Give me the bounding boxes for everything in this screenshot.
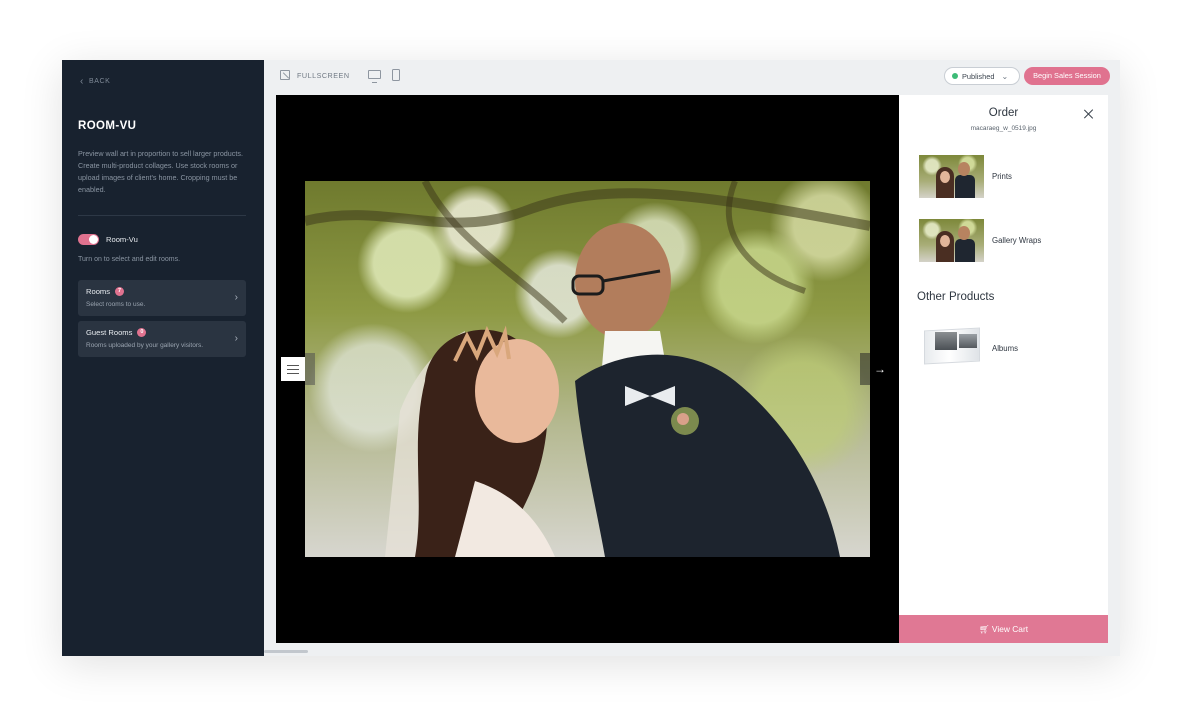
guest-rooms-card[interactable]: Guest Rooms 0 Rooms uploaded by your gal… — [78, 321, 246, 357]
menu-toggle-button[interactable] — [281, 357, 305, 381]
back-label: BACK — [88, 78, 111, 85]
thumb-bride-face — [940, 170, 950, 183]
room-vu-help-text: Turn on to select and edit rooms. — [78, 256, 181, 263]
toolbar: FULLSCREEN Published ⌄ Begin Sales Sessi… — [264, 60, 1120, 94]
sidebar: ‹ BACK ROOM-VU Preview wall art in propo… — [62, 60, 264, 656]
view-cart-button[interactable]: 🛒︎ View Cart — [899, 615, 1108, 643]
other-products-heading: Other Products — [917, 291, 995, 303]
product-albums[interactable]: Albums — [919, 326, 1099, 370]
albums-thumbnail — [919, 326, 984, 370]
thumb-groom-shape — [955, 238, 975, 262]
room-vu-toggle-label: Room-Vu — [106, 235, 138, 244]
chevron-right-icon: › — [234, 292, 238, 303]
chevron-left-icon: ‹ — [80, 76, 84, 87]
guest-rooms-card-title-row: Guest Rooms 0 — [86, 328, 238, 337]
status-dot-icon — [952, 73, 958, 79]
fullscreen-label: FULLSCREEN — [297, 70, 350, 80]
back-link[interactable]: ‹ BACK — [80, 76, 111, 87]
product-label: Prints — [992, 171, 1012, 181]
hamburger-line — [287, 372, 299, 374]
chevron-down-icon: ⌄ — [1001, 71, 1009, 81]
cart-icon: 🛒︎ — [978, 624, 992, 634]
next-photo-tab — [860, 353, 870, 385]
next-arrow-icon[interactable]: → — [872, 361, 888, 377]
guest-rooms-card-title: Guest Rooms — [86, 328, 133, 337]
hamburger-line — [287, 364, 299, 366]
rooms-count-badge: 7 — [115, 287, 125, 296]
sidebar-description: Preview wall art in proportion to sell l… — [78, 149, 243, 194]
wedding-photo-illustration — [305, 181, 870, 557]
thumb-groom-face — [958, 225, 970, 240]
album-photo — [935, 331, 957, 350]
prints-thumbnail — [919, 154, 984, 198]
order-panel: Order macaraeg_w_0519.jpg Prints Gallery… — [899, 95, 1108, 643]
hamburger-line — [287, 368, 299, 370]
product-label: Gallery Wraps — [992, 235, 1042, 245]
rooms-card-subtitle: Select rooms to use. — [86, 301, 146, 308]
guest-rooms-count-badge: 0 — [137, 328, 147, 337]
fullscreen-icon — [280, 70, 290, 80]
horizontal-scrollbar[interactable] — [264, 650, 308, 653]
product-label: Albums — [992, 343, 1018, 353]
prev-photo-tab — [305, 353, 315, 385]
guest-rooms-card-subtitle: Rooms uploaded by your gallery visitors. — [86, 342, 204, 349]
sidebar-title: ROOM-VU — [78, 120, 137, 132]
room-vu-toggle[interactable] — [78, 234, 99, 245]
desktop-view-icon[interactable] — [368, 70, 381, 83]
mobile-view-icon[interactable] — [392, 69, 400, 81]
app-window: ‹ BACK ROOM-VU Preview wall art in propo… — [62, 60, 1120, 656]
gallery-wraps-thumbnail — [919, 218, 984, 262]
fullscreen-button[interactable]: FULLSCREEN — [280, 70, 350, 80]
order-filename: macaraeg_w_0519.jpg — [970, 125, 1037, 132]
begin-sales-session-button[interactable]: Begin Sales Session — [1024, 67, 1110, 85]
thumb-groom-shape — [955, 174, 975, 198]
photo-stage: → — [276, 95, 899, 643]
view-cart-label: View Cart — [991, 624, 1029, 634]
thumb-groom-face — [958, 161, 970, 176]
sidebar-divider — [78, 215, 246, 216]
rooms-card-title: Rooms — [86, 287, 111, 296]
product-gallery-wraps[interactable]: Gallery Wraps — [919, 218, 1099, 262]
thumb-bride-face — [940, 234, 950, 247]
rooms-card[interactable]: Rooms 7 Select rooms to use. › — [78, 280, 246, 316]
publish-status-label: Published — [962, 71, 995, 81]
publish-status-dropdown[interactable]: Published ⌄ — [944, 67, 1020, 85]
album-photo — [959, 333, 977, 348]
product-prints[interactable]: Prints — [919, 154, 1099, 198]
wedding-photo — [305, 181, 870, 557]
chevron-right-icon: › — [234, 333, 238, 344]
close-icon[interactable] — [1083, 108, 1095, 120]
order-title: Order — [988, 107, 1019, 119]
rooms-card-title-row: Rooms 7 — [86, 287, 238, 296]
room-vu-toggle-row: Room-Vu — [78, 234, 138, 245]
